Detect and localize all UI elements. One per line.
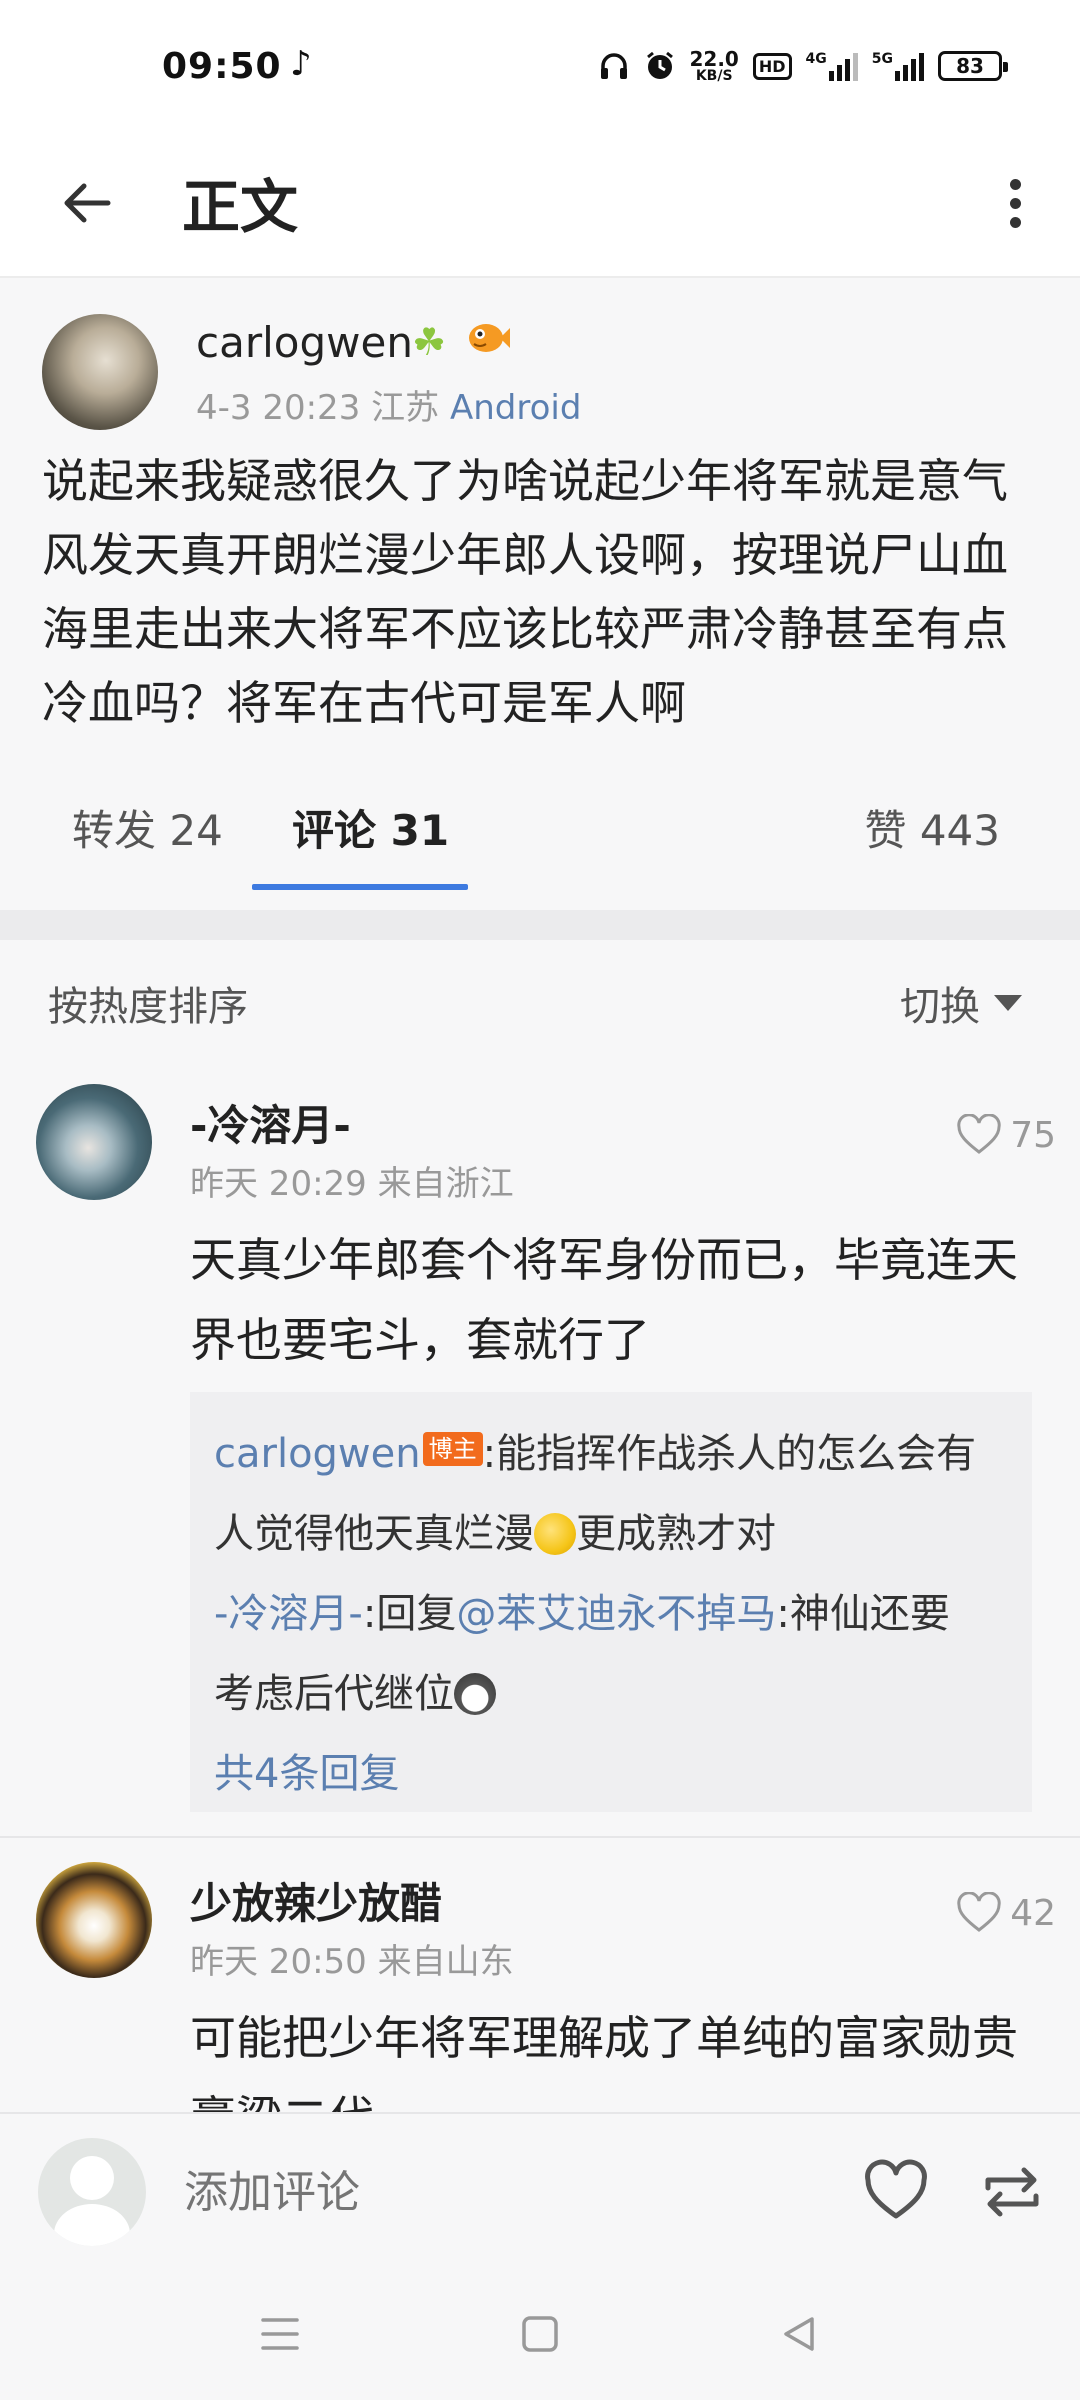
reply-text: 更成熟才对	[576, 1511, 776, 1557]
comment-meta: 昨天 20:50 来自山东	[190, 1942, 514, 1982]
comment-item: -冷溶月- 昨天 20:29 来自浙江 75 天真少年郎套个将军身份而已，毕竟连…	[0, 1084, 1080, 1844]
reply-user[interactable]: -冷溶月-	[214, 1591, 363, 1637]
signal-5g-icon: 5G	[872, 51, 924, 81]
hd-voice-icon: HD	[752, 52, 792, 80]
reply-user[interactable]: carlogwen	[214, 1431, 421, 1477]
status-bar: 09:50 ♪ 22.0 KB/S HD 4G 5G 83	[0, 0, 1080, 130]
nav-menu-button[interactable]	[250, 2304, 310, 2364]
post: carlogwen ☘ 4-3 20:23 江苏 Android 说起来我疑惑很…	[0, 280, 1080, 910]
menu-icon	[261, 2318, 299, 2350]
view-all-replies-link[interactable]: 共4条回复	[214, 1734, 1008, 1814]
reply-text: 考虑后代继位	[214, 1671, 454, 1717]
back-triangle-icon	[784, 2317, 814, 2351]
post-tabs: 转发 24 评论 31 赞 443	[0, 770, 1080, 910]
commenter-name[interactable]: -冷溶月-	[190, 1092, 351, 1153]
post-time-location: 4-3 20:23 江苏	[196, 388, 440, 428]
reply-text: :神仙还要	[776, 1591, 950, 1637]
comment-item: 少放辣少放醋 昨天 20:50 来自山东 42 可能把少年将军理解成了单纯的富家…	[0, 1862, 1080, 2112]
repost-icon[interactable]	[978, 2158, 1046, 2226]
reply-line: 人觉得他天真烂漫 更成熟才对	[214, 1494, 1008, 1574]
battery-icon: 83	[938, 51, 1008, 81]
network-speed: 22.0 KB/S	[690, 49, 739, 83]
headphones-icon	[600, 53, 627, 79]
comment-input-bar	[0, 2112, 1080, 2270]
comment-like-button[interactable]: 75	[956, 1114, 1056, 1156]
back-arrow-icon	[64, 183, 111, 223]
reply-text: :回复	[362, 1591, 457, 1637]
active-tab-indicator	[252, 884, 468, 890]
comment-text: 可能把少年将军理解成了单纯的富家勋贵膏粱二代	[190, 2011, 1018, 2112]
my-avatar[interactable]	[38, 2138, 146, 2246]
post-meta: 4-3 20:23 江苏 Android	[196, 380, 581, 429]
heart-outline-icon	[957, 1114, 1001, 1154]
back-button[interactable]	[52, 168, 122, 238]
comment-meta: 昨天 20:29 来自浙江	[190, 1164, 514, 1204]
status-time: 09:50	[162, 46, 282, 87]
commenter-name[interactable]: 少放辣少放醋	[190, 1870, 442, 1931]
author-avatar[interactable]	[42, 314, 158, 430]
comment-input[interactable]	[184, 2154, 804, 2230]
husky-emoji-icon	[454, 1673, 496, 1715]
system-navigation-bar	[0, 2270, 1080, 2400]
tab-forward[interactable]: 转发 24	[72, 792, 223, 862]
clover-icon: ☘	[412, 320, 447, 364]
sort-label: 按热度排序	[48, 984, 248, 1030]
comment-like-count: 42	[1010, 1892, 1056, 1934]
reply-mention[interactable]: @苯艾迪永不掉马	[456, 1591, 776, 1637]
nav-back-button[interactable]	[770, 2304, 830, 2364]
more-options-button[interactable]	[980, 168, 1050, 238]
reply-text: 人觉得他天真烂漫	[214, 1511, 534, 1557]
commenter-avatar[interactable]	[36, 1862, 152, 1978]
author-name[interactable]: carlogwen	[196, 318, 413, 367]
tab-comments[interactable]: 评论 31	[292, 792, 449, 862]
fish-badge-icon	[469, 324, 510, 352]
post-platform: Android	[449, 388, 582, 428]
home-square-icon	[522, 2316, 558, 2352]
author-badge: 博主	[422, 1432, 483, 1466]
battery-level: 83	[956, 54, 984, 78]
reply-line: 考虑后代继位	[214, 1654, 1008, 1734]
reply-line: -冷溶月-:回复@苯艾迪永不掉马:神仙还要	[214, 1574, 1008, 1654]
alarm-icon	[646, 51, 673, 79]
tab-likes[interactable]: 赞 443	[864, 792, 1000, 862]
status-icons: 22.0 KB/S HD 4G 5G 83	[598, 44, 1008, 88]
section-divider	[0, 910, 1080, 940]
like-heart-icon[interactable]	[862, 2158, 930, 2226]
app-header: 正文	[0, 130, 1080, 278]
music-note-icon: ♪	[290, 44, 312, 84]
net2-label: 5G	[871, 51, 893, 67]
sort-switch-button[interactable]: 切换	[900, 974, 1022, 1032]
reply-line: carlogwen 博主:能指挥作战杀人的怎么会有	[214, 1414, 1008, 1494]
nav-home-button[interactable]	[510, 2304, 570, 2364]
reply-preview-box[interactable]: carlogwen 博主:能指挥作战杀人的怎么会有 人觉得他天真烂漫 更成熟才对 -…	[190, 1392, 1032, 1812]
heart-outline-icon	[957, 1892, 1001, 1932]
comment-like-button[interactable]: 42	[956, 1892, 1056, 1934]
comments-section: 按热度排序 切换 -冷溶月- 昨天 20:29 来自浙江 75 天真少年郎套个将…	[0, 940, 1080, 2112]
post-text: 说起来我疑惑很久了为啥说起少年将军就是意气风发天真开朗烂漫少年郎人设啊，按理说尸…	[42, 454, 1008, 730]
dropdown-triangle-icon	[994, 995, 1022, 1011]
comment-like-count: 75	[1010, 1114, 1056, 1156]
net1-label: 4G	[805, 51, 827, 67]
speed-value: 22.0	[689, 47, 739, 71]
signal-4g-icon: 4G	[806, 51, 858, 81]
smirk-emoji-icon	[534, 1513, 576, 1555]
page-title: 正文	[182, 173, 299, 241]
speed-unit: KB/S	[695, 68, 733, 84]
comment-text: 天真少年郎套个将军身份而已，毕竟连天界也要宅斗，套就行了	[190, 1233, 1018, 1367]
reply-text: :能指挥作战杀人的怎么会有	[482, 1431, 977, 1477]
sort-switch-label: 切换	[900, 984, 980, 1030]
commenter-avatar[interactable]	[36, 1084, 152, 1200]
comment-divider	[0, 1836, 1080, 1838]
